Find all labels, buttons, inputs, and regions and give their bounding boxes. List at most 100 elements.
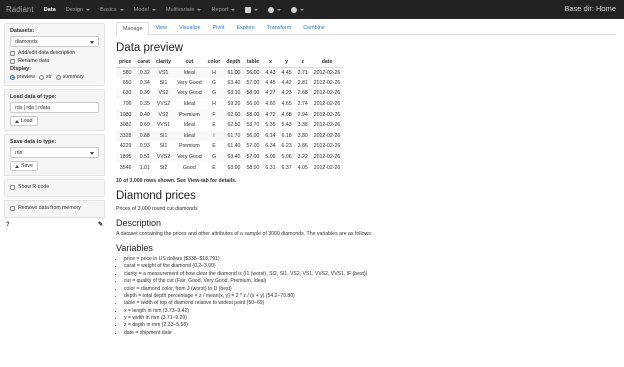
display-radio-preview[interactable]: preview: [10, 74, 35, 80]
table-row: 630 0.30 VS2 Very Good G 63.10 58.00 4.27 4.23 2.…: [116, 88, 344, 99]
chevron-down-icon: [254, 8, 259, 11]
nav-settings-menu[interactable]: [268, 6, 282, 13]
table-cell: 61.00: [223, 67, 244, 78]
column-header: price: [116, 58, 135, 68]
sidebar-footer: ? ✎: [4, 221, 105, 229]
table-row: 1080 0.40 VS2 Premium F 62.60 58.00 4.72 4.68 2.9…: [116, 109, 344, 120]
table-cell: 2.68: [294, 88, 311, 99]
table-cell: 5.06: [278, 151, 295, 163]
nav-save-menu[interactable]: [245, 6, 259, 13]
app-brand[interactable]: Radiant: [6, 5, 34, 14]
table-cell: Very Good: [177, 79, 202, 86]
rows-shown-note: 10 of 3,000 rows shown. See View-tab for…: [116, 177, 237, 184]
table-cell: SI1: [159, 143, 168, 150]
table-cell: 5.35: [265, 122, 276, 129]
table-cell: VS1: [152, 67, 175, 78]
table-cell: 57.00: [243, 151, 263, 163]
table-cell: 63.90: [227, 164, 241, 171]
nav-model[interactable]: Model: [134, 7, 156, 13]
table-cell: Ideal: [183, 101, 195, 108]
table-cell: 4229: [119, 143, 132, 150]
table-cell: 4.60: [265, 101, 276, 108]
table-cell: 6.23: [281, 143, 292, 150]
table-row: 650 0.34 SI1 Very Good G 63.40 57.00 4.45 4.42 2.…: [116, 78, 343, 89]
display-label: Display:: [10, 66, 31, 72]
tab-view[interactable]: View: [149, 22, 173, 35]
nav-basics[interactable]: Basics: [100, 7, 124, 13]
dataset-title: Diamond prices: [116, 189, 196, 202]
display-radio-str[interactable]: str: [38, 74, 52, 80]
table-cell: H: [204, 67, 224, 78]
table-cell: 2.71: [294, 67, 311, 78]
table-cell: Ideal: [174, 67, 205, 78]
remove-data-checkbox[interactable]: Remove data from memory: [10, 205, 99, 211]
table-cell: 62.60: [223, 109, 244, 120]
chevron-down-icon: [197, 8, 202, 11]
list-item: z = depth in mm (2.33–5.58): [124, 322, 616, 329]
tab-combine[interactable]: Combine: [297, 22, 331, 35]
help-icon[interactable]: ?: [6, 222, 10, 228]
table-cell: Very Good: [174, 88, 205, 99]
tab-visualize[interactable]: Visualize: [173, 22, 206, 35]
table-cell: 6.31: [265, 164, 276, 171]
nav-design[interactable]: Design: [66, 7, 91, 13]
save-type-select[interactable]: rds: [10, 147, 99, 158]
table-cell: 0.88: [134, 130, 153, 142]
nav-data[interactable]: Data: [44, 7, 56, 13]
tab-explore[interactable]: Explore: [231, 22, 261, 35]
save-panel: Save data to type: rds Save: [4, 134, 105, 176]
table-cell: 56.00: [243, 67, 263, 78]
table-cell: 58.00: [243, 109, 263, 120]
checkbox-box: [10, 205, 15, 211]
table-cell: H: [212, 101, 216, 108]
table-cell: G: [204, 151, 224, 163]
rename-data-checkbox[interactable]: Rename data: [10, 58, 99, 64]
add-edit-description-checkbox[interactable]: Add/edit data description: [10, 50, 99, 56]
table-cell: 56.00: [243, 130, 263, 142]
table-cell: VVS2: [152, 151, 175, 163]
table-cell: 2.74: [297, 101, 308, 108]
table-cell: E: [212, 122, 216, 129]
table-cell: 2012-02-26: [313, 122, 341, 129]
top-navbar: Radiant Data Design Basics Model Multiva…: [0, 0, 624, 19]
nav-report[interactable]: Report: [211, 7, 236, 13]
table-cell: G: [204, 88, 224, 99]
settings-icon: [268, 6, 275, 13]
tab-manage[interactable]: Manage: [116, 22, 150, 36]
table-cell: 0.60: [139, 122, 150, 129]
table-cell: 2012-02-26: [313, 164, 341, 171]
tab-transform[interactable]: Transform: [261, 22, 297, 35]
load-type-input[interactable]: rds | rda | rdata: [10, 102, 99, 113]
checkbox-box: [10, 58, 15, 64]
chevron-down-icon: [300, 8, 305, 11]
table-cell: 0.51: [134, 151, 153, 163]
nav-multivariate[interactable]: Multivariate: [166, 7, 202, 13]
table-cell: Ideal: [183, 122, 195, 129]
tab-pivot[interactable]: Pivot: [207, 22, 231, 35]
table-cell: SI1: [159, 79, 168, 86]
table-cell: 2012-02-26: [313, 79, 341, 86]
table-row: 3546 1.01 SI2 Good E 63.90 58.00 6.31 6.37 4.05 20…: [116, 162, 343, 173]
download-icon: [15, 164, 19, 168]
display-radio-summary[interactable]: summary: [55, 74, 84, 80]
table-cell: 706: [122, 101, 132, 108]
show-rcode-checkbox[interactable]: Show R-code: [10, 184, 99, 190]
help-icon: [291, 6, 298, 13]
column-header: cut: [174, 58, 205, 68]
table-cell: 4.42: [281, 79, 292, 86]
table-cell: 650: [122, 79, 132, 86]
table-cell: 2012-02-26: [310, 130, 344, 142]
dataset-select[interactable]: diamonds: [10, 36, 99, 47]
list-item: table = width of top of diamond relative…: [124, 300, 616, 307]
checkbox-box: [10, 184, 15, 190]
chevron-down-icon: [86, 8, 91, 11]
table-cell: VVS1: [156, 122, 171, 129]
table-cell: VS2: [152, 88, 175, 99]
description-text: A dataset containing the prices and othe…: [116, 230, 373, 237]
table-cell: 3546: [119, 164, 132, 171]
edit-icon[interactable]: ✎: [98, 221, 103, 228]
list-item: clarity = a measurement of how clear the…: [124, 271, 616, 278]
save-button[interactable]: Save: [10, 161, 38, 171]
nav-help-menu[interactable]: [291, 6, 305, 13]
load-button[interactable]: Load: [10, 116, 38, 126]
